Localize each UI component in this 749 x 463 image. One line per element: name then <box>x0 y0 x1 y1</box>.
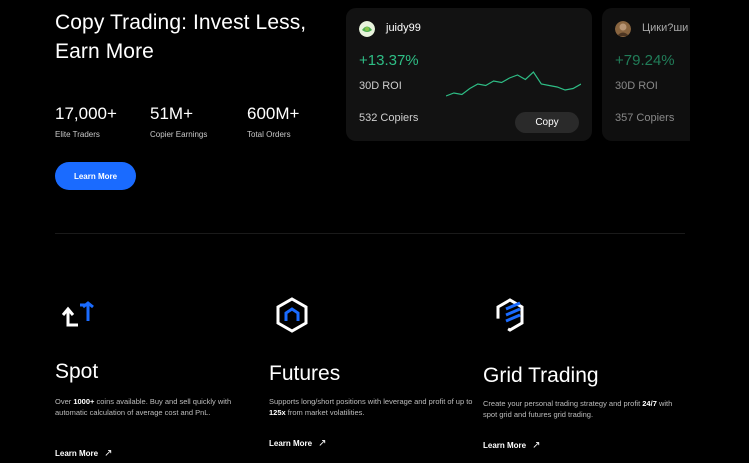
spot-learn-more-link[interactable]: Learn More ↗ <box>55 448 113 459</box>
arrow-up-right-icon: ↗ <box>104 448 113 459</box>
grid-layers-icon <box>496 298 524 332</box>
trader-roi-label: 30D ROI <box>359 80 402 92</box>
grid-learn-more-link[interactable]: Learn More ↗ <box>483 440 541 451</box>
trader-roi-value: +13.37% <box>359 52 419 69</box>
stat-label: Copier Earnings <box>150 130 208 139</box>
arrow-up-right-icon: ↗ <box>318 438 327 449</box>
trader-copiers: 532 Copiers <box>359 112 419 124</box>
hero-learn-more-button[interactable]: Learn More <box>55 162 136 190</box>
section-divider <box>55 233 685 234</box>
hero-title: Copy Trading: Invest Less, Earn More <box>55 11 307 63</box>
trader-card[interactable]: juidy99 +13.37% 30D ROI 532 Copiers Copy <box>346 8 592 141</box>
carousel-edge <box>690 0 749 150</box>
trader-avatar <box>615 21 631 37</box>
trader-copiers: 357 Copiers <box>615 112 675 124</box>
stat-elite-traders: 17,000+ Elite Traders <box>55 104 117 139</box>
arrow-up-right-icon: ↗ <box>532 440 541 451</box>
trader-avatar <box>359 21 375 37</box>
trader-roi-value: +79.24% <box>615 52 675 69</box>
stat-value: 600M+ <box>247 104 300 123</box>
roi-sparkline <box>446 71 581 97</box>
feature-title-grid-trading: Grid Trading <box>483 364 599 387</box>
trader-name[interactable]: Цики?ши <box>642 22 688 34</box>
stat-copier-earnings: 51M+ Copier Earnings <box>150 104 207 139</box>
spot-arrows-icon <box>61 301 94 327</box>
feature-title-futures: Futures <box>269 362 341 385</box>
stat-total-orders: 600M+ Total Orders <box>247 104 299 139</box>
feature-desc-grid-trading: Create your personal trading strategy an… <box>483 399 673 419</box>
trader-roi-label: 30D ROI <box>615 80 658 92</box>
feature-desc-futures: Supports long/short positions with lever… <box>269 397 473 417</box>
futures-hexagon-icon <box>276 297 308 333</box>
feature-desc-spot: Over 1000+ coins available. Buy and sell… <box>55 397 232 417</box>
copy-button[interactable]: Copy <box>515 112 579 133</box>
trader-name[interactable]: juidy99 <box>386 22 421 34</box>
stat-label: Elite Traders <box>55 130 100 139</box>
futures-learn-more-link[interactable]: Learn More ↗ <box>269 438 327 449</box>
feature-title-spot: Spot <box>55 360 99 383</box>
stat-value: 51M+ <box>150 104 193 123</box>
stat-label: Total Orders <box>247 130 291 139</box>
stat-value: 17,000+ <box>55 104 117 123</box>
